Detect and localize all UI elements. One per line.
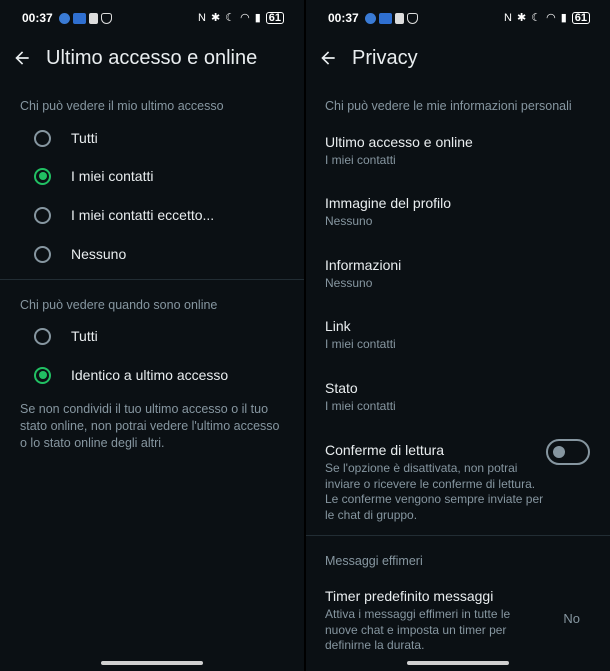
page-title: Ultimo accesso e online [46,46,258,69]
radio-label: Tutti [71,328,98,344]
radio-option-online-tutti[interactable]: Tutti [0,318,304,354]
app-bar: Ultimo accesso e online [0,38,304,78]
wifi-icon: ◠ [546,11,556,24]
status-bar: 00:37 N ✱ ☾ ◠ ▮ 61 [0,0,304,36]
item-value: I miei contatti [325,153,396,167]
battery-icon: 61 [265,12,284,24]
page-title: Privacy [352,46,418,69]
radio-label: Nessuno [71,246,127,262]
item-value: Nessuno [325,276,373,290]
back-arrow-icon[interactable] [318,48,338,68]
item-description: Attiva i messaggi effimeri in tutte le n… [325,607,511,652]
app-icon [364,12,376,24]
online-section-label: Chi può vedere quando sono online [20,298,218,312]
cast-icon [88,12,98,24]
radio-button[interactable] [34,129,51,147]
nfc-icon: N [198,11,206,24]
last-seen-section-label: Chi può vedere il mio ultimo accesso [20,99,224,113]
item-title: Link [325,318,351,334]
item-value: Nessuno [325,214,373,228]
privacy-item-last-seen[interactable]: Ultimo accesso e online I miei contatti [325,133,590,168]
status-time: 00:37 [22,11,53,25]
shield-icon [100,12,112,24]
radio-option-contatti-eccetto[interactable]: I miei contatti eccetto... [0,197,304,233]
app-bar: Privacy [306,38,610,78]
privacy-item-about[interactable]: Informazioni Nessuno [325,256,590,291]
radio-button[interactable] [34,245,51,263]
privacy-item-profile-photo[interactable]: Immagine del profilo Nessuno [325,194,590,229]
item-title: Ultimo accesso e online [325,134,473,150]
radio-button[interactable] [34,206,51,224]
item-title: Stato [325,380,358,396]
radio-button-selected[interactable] [34,167,51,185]
moon-icon: ☾ [531,11,542,24]
radio-option-identico[interactable]: Identico a ultimo accesso [0,357,304,393]
ephemeral-section-label: Messaggi effimeri [325,554,423,568]
item-title: Immagine del profilo [325,195,452,211]
status-bar: 00:37 N ✱ ☾ ◠ ▮ 61 [306,0,610,36]
battery-icon: 61 [571,12,590,24]
item-value: I miei contatti [325,337,396,351]
radio-label: I miei contatti eccetto... [71,207,215,223]
section-divider [306,535,610,536]
privacy-screen: 00:37 N ✱ ☾ ◠ ▮ 61 Privacy Chi può veder… [306,0,610,671]
radio-label: Identico a ultimo accesso [71,367,229,383]
radio-label: I miei contatti [71,168,154,184]
bluetooth-icon: ✱ [210,11,221,24]
signal-icon: ▮ [254,11,261,24]
read-receipts-toggle[interactable] [546,439,590,465]
item-value: I miei contatti [325,399,396,413]
item-title: Informazioni [325,257,402,273]
moon-icon: ☾ [225,11,236,24]
item-description: Se l'opzione è disattivata, non potrai i… [325,461,544,522]
wifi-icon: ◠ [240,11,250,24]
radio-button-selected[interactable] [34,366,51,384]
last-seen-screen: 00:37 N ✱ ☾ ◠ ▮ 61 Ultimo accesso e onli… [0,0,304,671]
privacy-item-status[interactable]: Stato I miei contatti [325,379,590,414]
nfc-icon: N [504,11,512,24]
status-time: 00:37 [328,11,359,25]
toggle-knob [553,446,565,458]
radio-button[interactable] [34,327,51,345]
app-icon [72,12,86,24]
app-icon [58,12,70,24]
privacy-item-link[interactable]: Link I miei contatti [325,317,590,352]
shield-icon [406,12,418,24]
cast-icon [394,12,404,24]
app-icon [378,12,392,24]
section-divider [0,279,304,280]
gesture-bar [101,661,203,665]
bluetooth-icon: ✱ [516,11,527,24]
radio-option-tutti[interactable]: Tutti [0,120,304,156]
personal-info-section-label: Chi può vedere le mie informazioni perso… [325,99,572,113]
radio-label: Tutti [71,130,98,146]
privacy-item-default-timer[interactable]: Timer predefinito messaggi Attiva i mess… [325,587,590,654]
info-note: Se non condividi il tuo ultimo accesso o… [20,402,280,450]
signal-icon: ▮ [560,11,567,24]
gesture-bar [407,661,509,665]
timer-value: No [563,611,580,626]
item-title: Timer predefinito messaggi [325,588,494,604]
radio-option-i-miei-contatti[interactable]: I miei contatti [0,158,304,194]
back-arrow-icon[interactable] [12,48,32,68]
radio-option-nessuno[interactable]: Nessuno [0,236,304,272]
